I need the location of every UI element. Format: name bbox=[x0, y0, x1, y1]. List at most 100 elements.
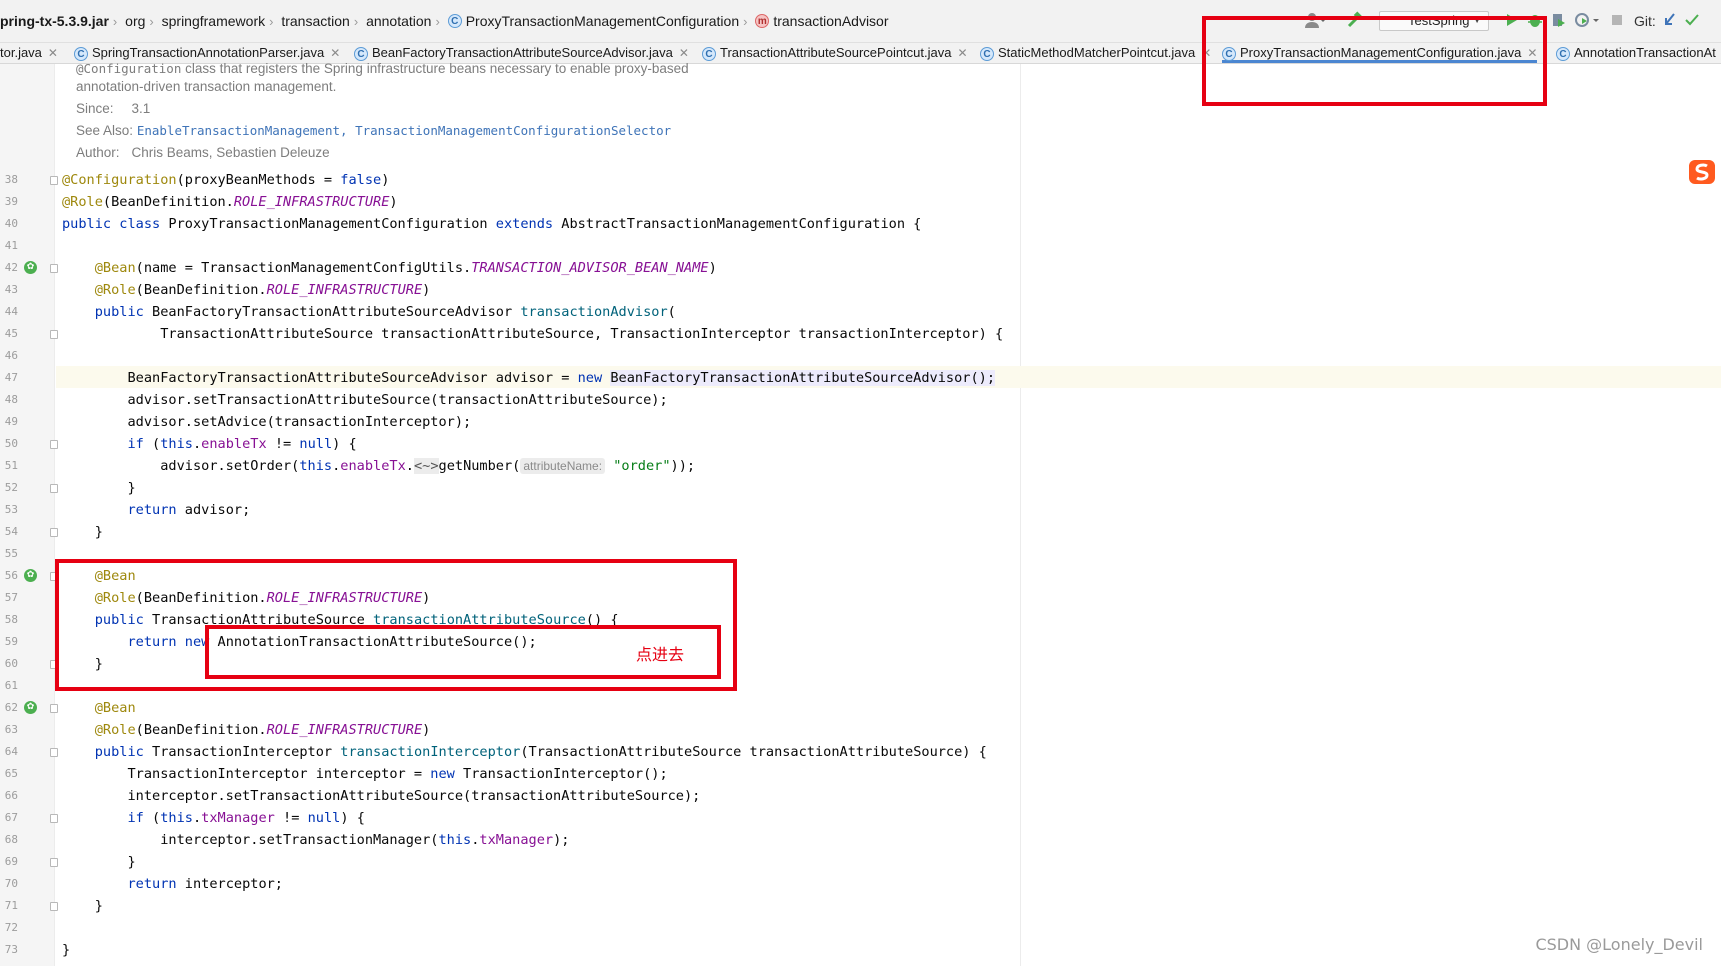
code-line-42: @Bean(name = TransactionManagementConfig… bbox=[94, 260, 717, 276]
line-number: 65 bbox=[4, 767, 18, 780]
line-number: 56 bbox=[4, 569, 18, 582]
code-line-64: public TransactionInterceptor transactio… bbox=[94, 744, 987, 760]
tab-static-method-matcher-pointcut[interactable]: C StaticMethodMatcherPointcut.java ✕ bbox=[980, 43, 1211, 63]
line-number: 62 bbox=[4, 701, 18, 714]
parameter-hint: attributeName: bbox=[520, 458, 606, 474]
method-icon: m bbox=[755, 14, 770, 29]
fold-marker-icon[interactable] bbox=[50, 264, 58, 273]
tab-bean-factory-transaction-attribute-source-advisor[interactable]: C BeanFactoryTransactionAttributeSourceAd… bbox=[354, 43, 689, 63]
fold-marker-icon[interactable] bbox=[50, 704, 58, 713]
close-icon[interactable]: ✕ bbox=[957, 46, 967, 60]
line-number: 67 bbox=[4, 811, 18, 824]
annotation-note: 点进去 bbox=[636, 645, 685, 664]
fold-marker-icon[interactable] bbox=[50, 176, 58, 185]
tab-label: SpringTransactionAnnotationParser.java bbox=[92, 45, 325, 60]
line-number: 50 bbox=[4, 437, 18, 450]
breadcrumb-item-annotation[interactable]: annotation bbox=[366, 13, 431, 29]
code-line-45: TransactionAttributeSource transactionAt… bbox=[62, 326, 1004, 342]
spring-bean-icon[interactable]: ✿ bbox=[24, 261, 37, 274]
line-number: 46 bbox=[4, 349, 18, 362]
code-line-43: @Role(BeanDefinition.ROLE_INFRASTRUCTURE… bbox=[94, 282, 431, 298]
fold-marker-icon[interactable] bbox=[50, 440, 58, 449]
class-icon: C bbox=[74, 46, 88, 61]
line-number: 54 bbox=[4, 525, 18, 538]
javadoc-description: @Configuration class that registers the … bbox=[76, 61, 689, 76]
line-number: 52 bbox=[4, 481, 18, 494]
code-line-39: @Role(BeanDefinition.ROLE_INFRASTRUCTURE… bbox=[62, 194, 398, 210]
code-line-47: BeanFactoryTransactionAttributeSourceAdv… bbox=[62, 370, 996, 386]
close-icon[interactable]: ✕ bbox=[48, 46, 58, 60]
breadcrumb: pring-tx-5.3.9.jar › org › springframework… bbox=[0, 12, 889, 29]
fold-marker-icon[interactable] bbox=[50, 484, 58, 493]
line-number: 69 bbox=[4, 855, 18, 868]
code-line-40: public class ProxyTransactionManagementC… bbox=[62, 216, 922, 232]
line-number: 45 bbox=[4, 327, 18, 340]
line-number: 64 bbox=[4, 745, 18, 758]
code-line-70: return interceptor; bbox=[127, 876, 283, 892]
line-number: 51 bbox=[4, 459, 18, 472]
close-icon[interactable]: ✕ bbox=[330, 46, 340, 60]
line-number: 47 bbox=[4, 371, 18, 384]
class-icon: C bbox=[447, 14, 462, 29]
git-commit-icon[interactable] bbox=[1684, 10, 1700, 32]
code-line-68: interceptor.setTransactionManager(this.t… bbox=[62, 832, 570, 848]
spring-bean-icon[interactable]: ✿ bbox=[24, 701, 37, 714]
javadoc-author: Author: Chris Beams, Sebastien Deleuze bbox=[76, 145, 330, 160]
see-also-link-transaction-management-configuration-selector[interactable]: TransactionManagementConfigurationSelect… bbox=[355, 123, 671, 138]
tab-annotation-transaction-attribute-source[interactable]: C AnnotationTransactionAt bbox=[1556, 43, 1716, 63]
line-number: 73 bbox=[4, 943, 18, 956]
code-line-62: @Bean bbox=[94, 700, 136, 716]
tab-spring-transaction-annotation-parser[interactable]: C SpringTransactionAnnotationParser.java ✕ bbox=[74, 43, 340, 63]
line-number: 63 bbox=[4, 723, 18, 736]
breadcrumb-item-class[interactable]: ProxyTransactionManagementConfiguration bbox=[466, 13, 739, 29]
code-line-66: interceptor.setTransactionAttributeSourc… bbox=[62, 788, 701, 804]
line-number: 61 bbox=[4, 679, 18, 692]
code-line-54: } bbox=[62, 524, 103, 540]
line-number: 40 bbox=[4, 217, 18, 230]
line-number: 48 bbox=[4, 393, 18, 406]
breadcrumb-item-method[interactable]: transactionAdvisor bbox=[773, 13, 888, 29]
stop-icon[interactable] bbox=[1610, 10, 1624, 32]
code-line-48: advisor.setTransactionAttributeSource(tr… bbox=[62, 392, 668, 408]
chevron-right-icon: › bbox=[353, 13, 359, 29]
tab-label: TransactionAttributeSourcePointcut.java bbox=[720, 45, 952, 60]
line-number: 44 bbox=[4, 305, 18, 318]
watermark: CSDN @Lonely_Devil bbox=[1535, 935, 1703, 954]
class-icon: C bbox=[702, 46, 716, 61]
fold-marker-icon[interactable] bbox=[50, 902, 58, 911]
sogou-input-icon[interactable] bbox=[1687, 158, 1717, 186]
code-line-63: @Role(BeanDefinition.ROLE_INFRASTRUCTURE… bbox=[94, 722, 431, 738]
right-margin-guide bbox=[1020, 64, 1021, 966]
line-number: 53 bbox=[4, 503, 18, 516]
breadcrumb-item-org[interactable]: org bbox=[125, 13, 145, 29]
line-number: 49 bbox=[4, 415, 18, 428]
fold-marker-icon[interactable] bbox=[50, 528, 58, 537]
code-line-73: } bbox=[62, 942, 71, 958]
profile-icon[interactable] bbox=[1574, 10, 1600, 32]
code-line-67: if (this.txManager != null) { bbox=[127, 810, 365, 826]
code-line-65: TransactionInterceptor interceptor = new… bbox=[62, 766, 668, 782]
line-number: 59 bbox=[4, 635, 18, 648]
fold-marker-icon[interactable] bbox=[50, 858, 58, 867]
line-number: 41 bbox=[4, 239, 18, 252]
fold-marker-icon[interactable] bbox=[50, 748, 58, 757]
fold-marker-icon[interactable] bbox=[50, 814, 58, 823]
close-icon[interactable]: ✕ bbox=[679, 46, 689, 60]
highlight-box-active-tab bbox=[1202, 16, 1547, 106]
git-update-icon[interactable] bbox=[1662, 10, 1678, 32]
fold-marker-icon[interactable] bbox=[50, 330, 58, 339]
spring-bean-icon[interactable]: ✿ bbox=[24, 569, 37, 582]
git-label: Git: bbox=[1634, 13, 1656, 29]
tab-label: AnnotationTransactionAt bbox=[1574, 45, 1716, 60]
breadcrumb-item-jar[interactable]: pring-tx-5.3.9.jar bbox=[0, 13, 109, 29]
breadcrumb-item-springframework[interactable]: springframework bbox=[162, 13, 265, 29]
javadoc-description-cont: annotation-driven transaction management… bbox=[76, 79, 337, 94]
gutter-divider bbox=[54, 64, 55, 966]
tab-tor-java[interactable]: tor.java ✕ bbox=[0, 43, 58, 63]
breadcrumb-item-transaction[interactable]: transaction bbox=[281, 13, 349, 29]
tab-transaction-attribute-source-pointcut[interactable]: C TransactionAttributeSourcePointcut.java… bbox=[702, 43, 968, 63]
coverage-icon[interactable] bbox=[1550, 10, 1568, 32]
code-line-52: } bbox=[62, 480, 136, 496]
see-also-link-enable-transaction-management[interactable]: EnableTransactionManagement bbox=[137, 123, 340, 138]
tab-label: BeanFactoryTransactionAttributeSourceAdv… bbox=[372, 45, 673, 60]
